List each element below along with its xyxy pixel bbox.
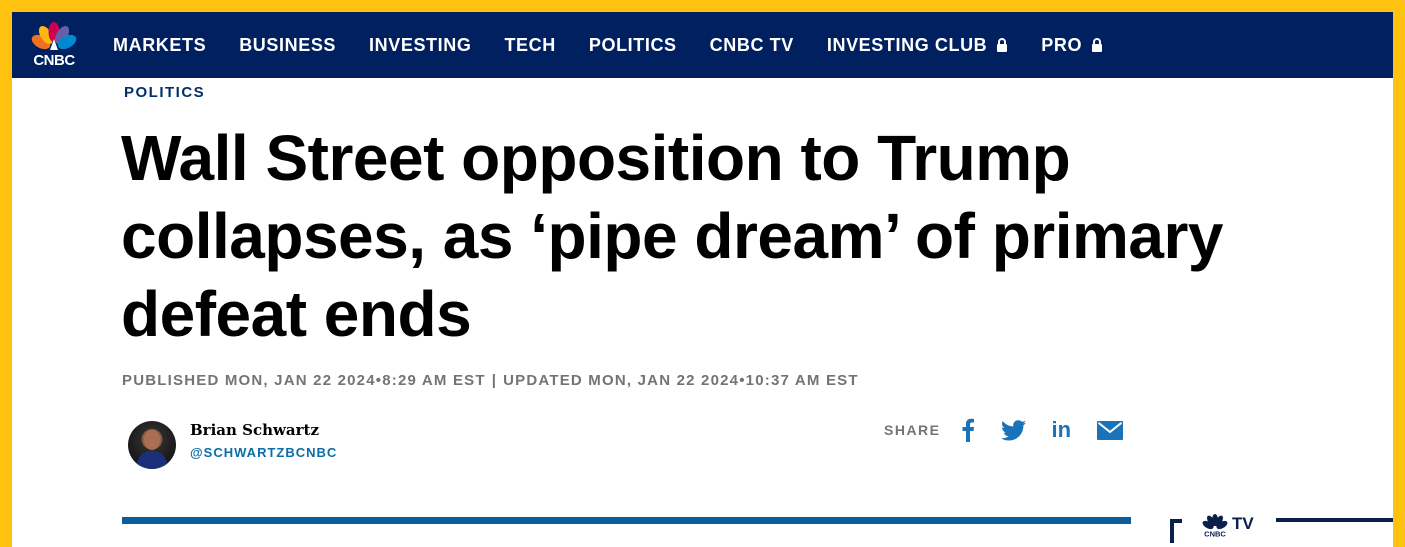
nav-label: INVESTING CLUB [826,34,988,55]
published-time: PUBLISHED MON, JAN 22 2024•8:29 AM EST [122,372,486,389]
nav-item-cnbc-tv[interactable]: CNBC TV [710,35,794,56]
nav-label: BUSINESS [239,34,337,55]
tv-bracket [1170,519,1182,543]
nav-label: TECH [504,34,556,55]
nav-item-tech[interactable]: TECH [504,35,555,56]
cnbc-logo[interactable]: CNBC [26,19,82,71]
nav-label: INVESTING [369,34,472,55]
logo-text: CNBC [33,52,75,69]
avatar-face [144,430,160,450]
lock-icon [1091,38,1103,52]
nav-item-investing[interactable]: INVESTING [369,35,471,56]
nav-item-politics[interactable]: POLITICS [589,35,677,56]
author-name[interactable]: Brian Schwartz [190,421,319,439]
facebook-icon[interactable] [961,418,975,442]
meta-separator: | [491,372,498,389]
article-timestamps: PUBLISHED MON, JAN 22 2024•8:29 AM EST | U… [122,372,859,389]
email-icon[interactable] [1097,420,1124,440]
section-link-politics[interactable]: POLITICS [124,84,205,101]
nav-label: CNBC TV [709,34,794,55]
twitter-icon[interactable] [1000,419,1026,441]
page-frame: CNBC MARKETS BUSINESS INVESTING TECH POL… [12,12,1393,547]
nav-item-markets[interactable]: MARKETS [113,35,206,56]
linkedin-text: in [1051,417,1072,442]
cnbc-tv-widget[interactable]: CNBC TV [1170,514,1393,547]
nav-items: MARKETS BUSINESS INVESTING TECH POLITICS… [113,12,1136,78]
lock-icon [996,38,1008,52]
share-bar: SHARE in [884,416,1149,444]
cnbc-peacock-icon: CNBC [1200,514,1230,543]
content-divider [122,517,1131,524]
peacock-icon [31,22,77,50]
updated-time: UPDATED MON, JAN 22 2024•10:37 AM EST [503,372,859,389]
tv-label: TV [1232,514,1254,533]
author-handle[interactable]: @SCHWARTZBCNBC [190,445,337,460]
nav-label: MARKETS [113,34,207,55]
nav-label: PRO [1041,34,1083,55]
top-navbar: CNBC MARKETS BUSINESS INVESTING TECH POL… [12,12,1393,78]
nav-item-business[interactable]: BUSINESS [239,35,336,56]
tv-rule [1276,518,1393,522]
nav-item-investing-club[interactable]: INVESTING CLUB [827,35,1008,56]
nav-item-pro[interactable]: PRO [1041,35,1103,56]
nav-label: POLITICS [588,34,677,55]
article-headline: Wall Street opposition to Trump collapse… [121,122,1223,350]
share-label: SHARE [884,422,941,438]
linkedin-icon[interactable]: in [1052,416,1072,444]
tv-logo-text: CNBC [1204,530,1226,539]
author-avatar[interactable] [128,421,176,469]
avatar-shirt [137,451,167,469]
